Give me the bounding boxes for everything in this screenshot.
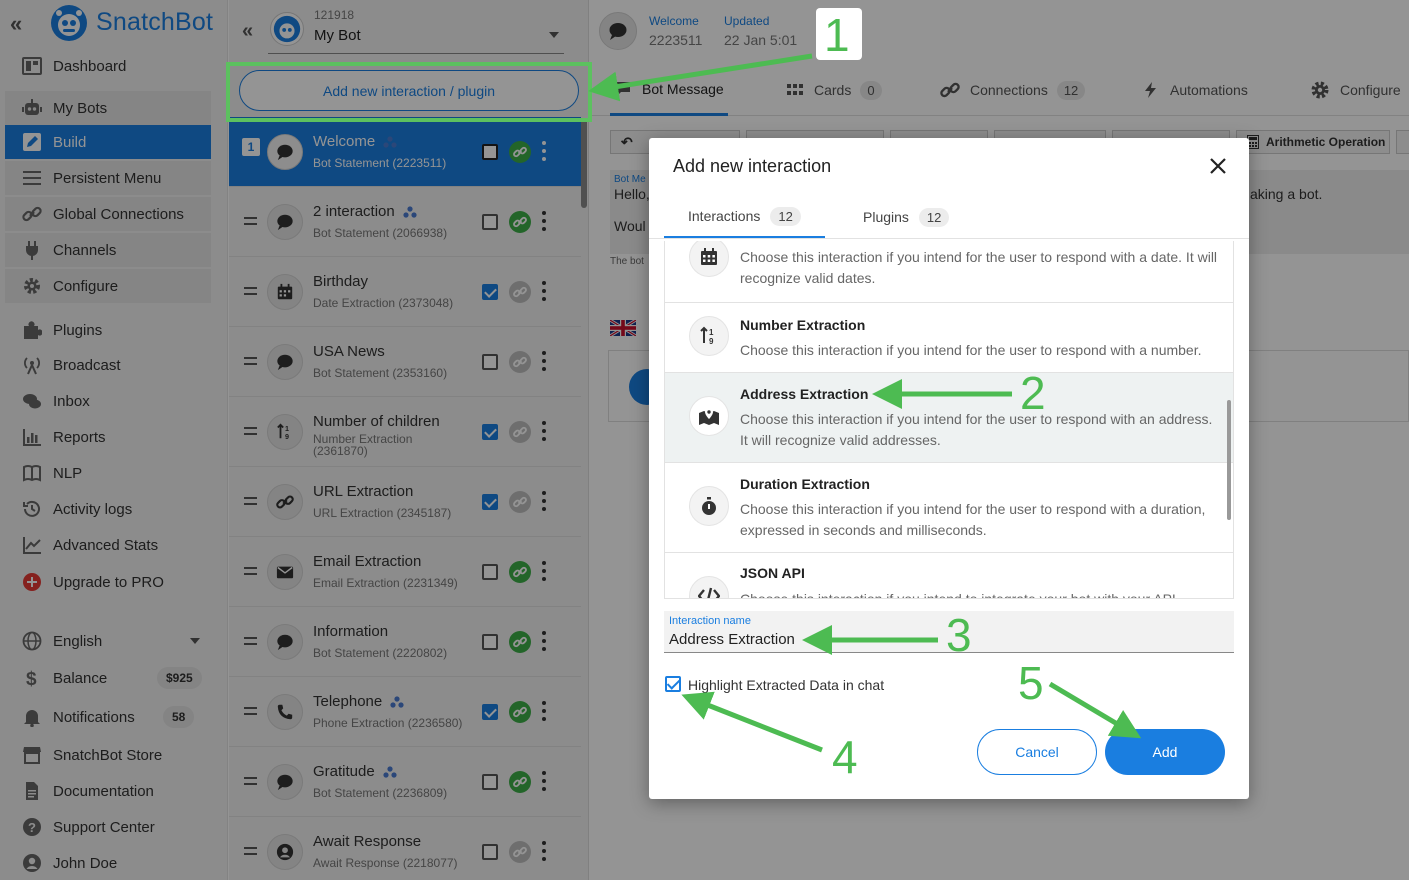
- number-sort-icon: 19: [689, 316, 729, 356]
- option-json-api[interactable]: JSON API Choose this interaction if you …: [665, 553, 1233, 599]
- dialog-title: Add new interaction: [673, 156, 832, 176]
- step-2-label: 2: [1020, 367, 1046, 419]
- field-value: Address Extraction: [669, 631, 795, 648]
- option-description: Choose this interaction if you intend fo…: [740, 501, 1206, 538]
- tab-count-badge: 12: [918, 207, 950, 227]
- calendar-icon: [689, 241, 729, 277]
- option-description: Choose this interaction if you intend fo…: [740, 249, 1218, 286]
- tab-count-badge: 12: [770, 206, 801, 226]
- option-title: Duration Extraction: [740, 476, 870, 492]
- code-icon: [689, 576, 729, 598]
- option-description: Choose this interaction if you intend fo…: [740, 411, 1213, 448]
- highlight-box: [226, 62, 592, 122]
- option-date-extraction[interactable]: Choose this interaction if you intend fo…: [665, 241, 1233, 303]
- option-description: Choose this interaction if you intend fo…: [740, 342, 1202, 358]
- field-label: Interaction name: [669, 615, 751, 627]
- tab-label: Interactions: [688, 208, 761, 224]
- tab-label: Plugins: [863, 209, 909, 225]
- step-3-label: 3: [946, 609, 972, 661]
- option-description: Choose this interaction if you intend to…: [740, 591, 1176, 599]
- option-number-extraction[interactable]: 19 Number Extraction Choose this interac…: [665, 303, 1233, 373]
- step-1-label: 1: [824, 9, 850, 61]
- option-duration-extraction[interactable]: Duration Extraction Choose this interact…: [665, 463, 1233, 553]
- option-title: Number Extraction: [740, 317, 866, 333]
- tab-divider: [649, 238, 1249, 239]
- step-4-label: 4: [832, 731, 858, 783]
- option-title: Address Extraction: [740, 386, 869, 402]
- option-title: JSON API: [740, 565, 805, 581]
- add-button[interactable]: Add: [1105, 729, 1225, 775]
- highlight-extracted-data-checkbox[interactable]: [665, 676, 681, 692]
- add-interaction-dialog: Add new interaction Interactions 12 Plug…: [649, 138, 1249, 799]
- svg-text:1: 1: [709, 328, 714, 337]
- close-icon[interactable]: [1209, 157, 1227, 175]
- stopwatch-icon: [689, 486, 729, 526]
- tab-plugins[interactable]: Plugins 12: [863, 196, 950, 238]
- step-5-label: 5: [1018, 657, 1044, 709]
- dialog-list-scrollbar[interactable]: [1227, 400, 1231, 520]
- cancel-button[interactable]: Cancel: [977, 729, 1097, 775]
- map-marker-icon: [689, 396, 729, 436]
- tab-interactions[interactable]: Interactions 12: [664, 196, 825, 238]
- option-address-extraction[interactable]: Address Extraction Choose this interacti…: [665, 373, 1233, 463]
- svg-text:9: 9: [709, 337, 714, 346]
- highlight-extracted-data-label[interactable]: Highlight Extracted Data in chat: [688, 677, 884, 693]
- interaction-type-list: Choose this interaction if you intend fo…: [664, 241, 1234, 599]
